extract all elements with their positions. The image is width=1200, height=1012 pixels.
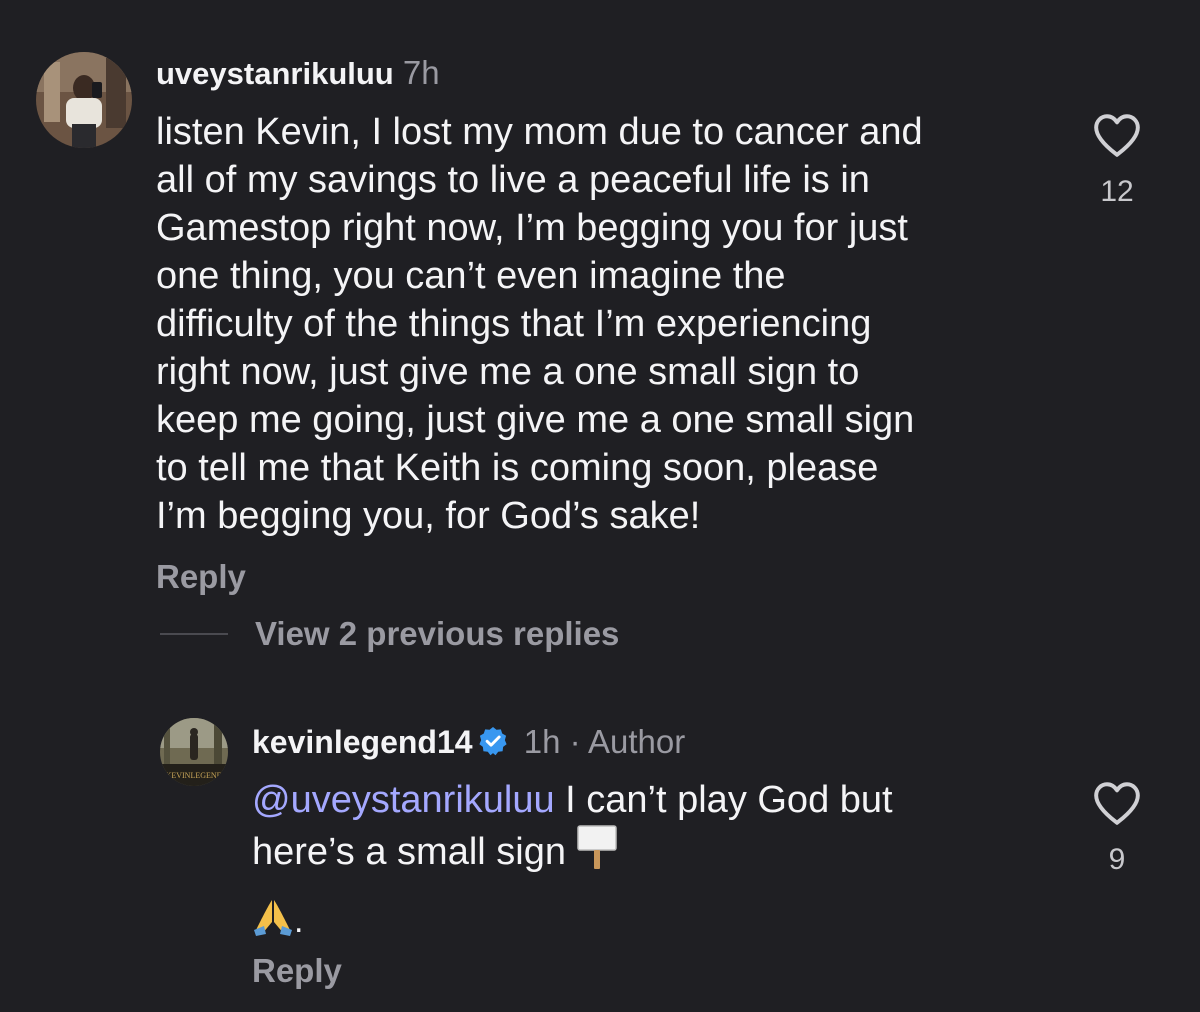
author-photo: KEVINLEGEND (160, 718, 228, 786)
like-count: 12 (1100, 175, 1134, 208)
author-badge: Author (587, 723, 686, 760)
reply-header: kevinlegend14 1h · Author (252, 722, 685, 762)
like-control: 12 (1077, 112, 1157, 210)
avatar[interactable] (36, 52, 132, 148)
comments-screen: uveystanrikuluu 7h listen Kevin, I lost … (0, 0, 1200, 1012)
reply-button[interactable]: Reply (156, 557, 246, 597)
like-control: 9 (1077, 780, 1157, 878)
comment-line: to tell me that Keith is coming soon, pl… (156, 447, 879, 489)
comment-header: uveystanrikuluu 7h (156, 53, 440, 94)
reply-line: here’s a small sign (252, 824, 893, 876)
avatar[interactable]: KEVINLEGEND (160, 718, 228, 786)
comment-body: listen Kevin, I lost my mom due to cance… (156, 108, 923, 540)
reply-timestamp: 1h (523, 723, 561, 760)
comment-line: keep me going, just give me a one small … (156, 399, 915, 441)
comment-line: difficulty of the things that I’m experi… (156, 303, 872, 345)
view-replies-label: View 2 previous replies (255, 615, 620, 652)
user-photo (36, 52, 132, 148)
heart-outline-icon[interactable] (1092, 112, 1142, 158)
reply-text: here’s a small sign (252, 831, 567, 873)
view-previous-replies-button[interactable]: View 2 previous replies (160, 614, 619, 654)
heart-outline-icon[interactable] (1092, 780, 1142, 826)
emoji-suffix: . (294, 902, 304, 940)
comment-line: Gamestop right now, I’m begging you for … (156, 207, 908, 249)
comment-line: all of my savings to live a peaceful lif… (156, 159, 870, 201)
comment-timestamp: 7h (402, 54, 440, 91)
placard-emoji (577, 825, 617, 869)
like-count: 9 (1108, 843, 1126, 876)
meta-separator: · (569, 723, 581, 760)
svg-text:KEVINLEGEND: KEVINLEGEND (166, 771, 223, 780)
reply-text: I can’t play God but (554, 779, 893, 821)
comment-line: I’m begging you, for God’s sake! (156, 495, 701, 537)
reply-button[interactable]: Reply (252, 951, 342, 991)
mention-link[interactable]: @uveystanrikuluu (252, 779, 555, 821)
comment-line: right now, just give me a one small sign… (156, 351, 860, 393)
folded-hands-emoji (254, 900, 292, 936)
thread-divider (160, 633, 228, 635)
reply-username[interactable]: kevinlegend14 (252, 724, 473, 760)
reply-line: @uveystanrikuluu I can’t play God but (252, 776, 893, 824)
comment-line: listen Kevin, I lost my mom due to cance… (156, 111, 923, 153)
comment-line: one thing, you can’t even imagine the (156, 255, 786, 297)
reply-emoji-line: . (252, 896, 303, 941)
reply-body: @uveystanrikuluu I can’t play God but he… (252, 776, 893, 876)
comment-username[interactable]: uveystanrikuluu (156, 56, 394, 91)
verified-badge-icon (478, 727, 507, 756)
